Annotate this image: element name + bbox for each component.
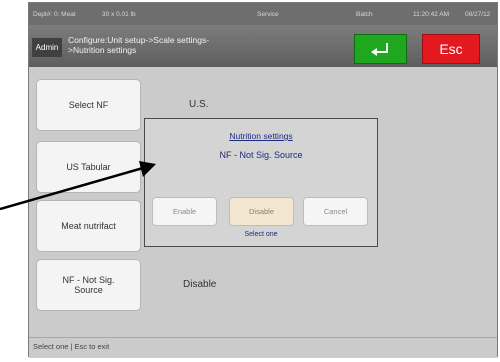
footer-hint: Select one | Esc to exit [33,342,110,351]
batch-status: Batch [356,11,373,18]
breadcrumb-line-1: Configure:Unit setup->Scale settings- [68,35,210,45]
settings-panel: Select NF U.S. US Tabular Meat nutrifact… [29,67,497,337]
cancel-button[interactable]: Cancel [304,198,367,225]
return-arrow-icon [371,43,388,56]
enter-button[interactable] [354,34,407,64]
title-bar: Admin Configure:Unit setup->Scale settin… [29,25,497,67]
select-nf-value: U.S. [189,99,209,110]
mode-status: Service [257,11,279,18]
dialog-title: Nutrition settings [229,131,293,141]
scale-screen: Dept#: 0: Meat 30 x 0.01 lb Service Batc… [28,2,498,358]
nutrition-settings-dialog: Nutrition settings NF - Not Sig. Source … [144,118,378,247]
breadcrumb: Configure:Unit setup->Scale settings- >N… [68,35,288,55]
user-badge: Admin [32,38,62,57]
dialog-hint: Select one [244,231,278,238]
nf-not-sig-source-button[interactable]: NF - Not Sig. Source [37,260,140,310]
breadcrumb-line-2: >Nutrition settings [68,45,137,55]
department-status: Dept#: 0: Meat [33,11,76,18]
us-tabular-button[interactable]: US Tabular [37,142,140,192]
enable-button[interactable]: Enable [153,198,216,225]
capacity-status: 30 x 0.01 lb [102,11,136,18]
meat-nutrifact-button[interactable]: Meat nutrifact [37,201,140,251]
date-status: 08/27/12 [465,11,491,18]
dialog-message: NF - Not Sig. Source [219,150,303,160]
nf-not-sig-source-value: Disable [183,279,217,290]
select-nf-button[interactable]: Select NF [37,80,140,130]
esc-button[interactable]: Esc [422,34,480,64]
status-bar: Dept#: 0: Meat 30 x 0.01 lb Service Batc… [29,3,497,25]
time-status: 11:20:42 AM [413,11,450,18]
footer-bar: Select one | Esc to exit [29,337,497,358]
disable-button[interactable]: Disable [230,198,293,225]
